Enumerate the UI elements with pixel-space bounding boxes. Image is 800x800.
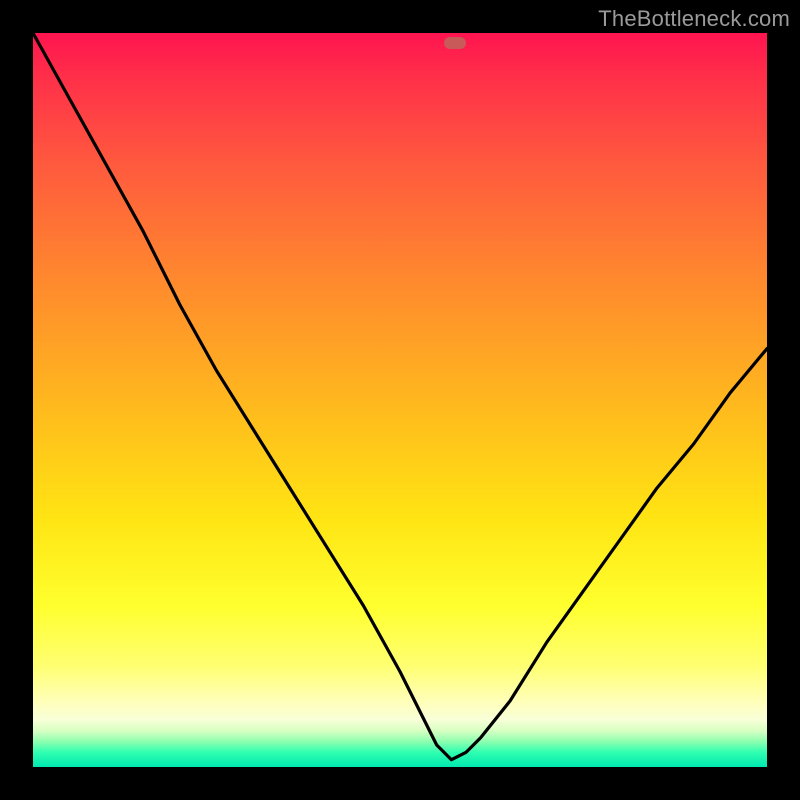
- curve-path: [33, 33, 767, 760]
- watermark: TheBottleneck.com: [598, 6, 790, 32]
- chart-frame: TheBottleneck.com: [0, 0, 800, 800]
- optimal-marker: [444, 37, 466, 49]
- bottleneck-curve: [33, 33, 767, 767]
- plot-area: [33, 33, 767, 767]
